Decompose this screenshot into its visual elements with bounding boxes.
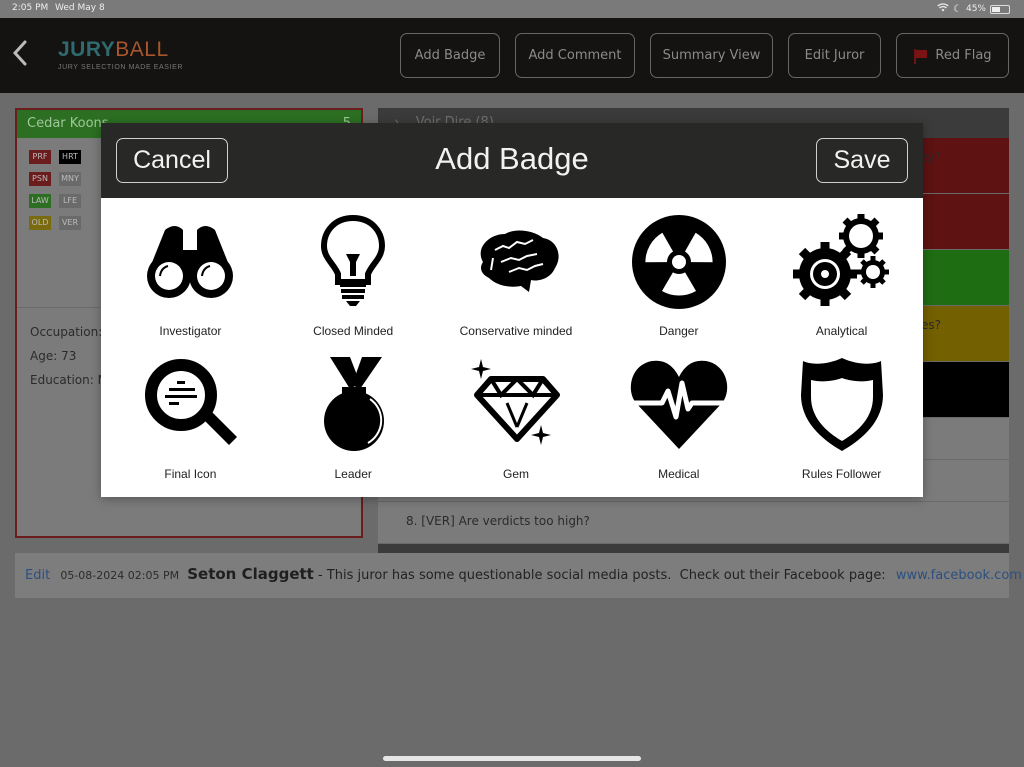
badge-rules-follower[interactable]: Rules Follower [760, 355, 923, 498]
badge-leader[interactable]: Leader [272, 355, 435, 498]
tag-chip: LFE [59, 194, 81, 208]
badge-label: Closed Minded [313, 324, 394, 338]
badge-final-icon[interactable]: Final Icon [109, 355, 272, 498]
app-header: JURYBALL JURY SELECTION MADE EASIER Add … [0, 18, 1024, 93]
diamond-icon [470, 359, 560, 445]
brain-icon [480, 230, 559, 292]
add-badge-modal: Cancel Add Badge Save Investigator Close… [101, 123, 923, 497]
badge-label: Final Icon [164, 467, 217, 481]
lightbulb-icon [321, 214, 386, 306]
juror-name: Cedar Koons [27, 116, 109, 131]
tag-chip: VER [59, 216, 81, 230]
add-comment-label: Add Comment [528, 48, 622, 63]
badge-label: Conservative minded [459, 324, 573, 338]
badge-investigator[interactable]: Investigator [109, 212, 272, 355]
edit-juror-label: Edit Juror [804, 48, 865, 63]
edit-juror-button[interactable]: Edit Juror [788, 33, 881, 78]
red-flag-label: Red Flag [935, 48, 992, 63]
add-badge-label: Add Badge [414, 48, 486, 63]
magnifier-icon [145, 359, 238, 445]
flag-icon [913, 48, 928, 64]
badge-grid: Investigator Closed Minded Conservative … [101, 198, 923, 498]
badge-conservative-minded[interactable]: Conservative minded [435, 212, 598, 355]
juror-info: Occupation: I Age: 73 Education: M [30, 320, 110, 392]
comment-timestamp: 05-08-2024 02:05 PM [60, 569, 180, 582]
summary-view-label: Summary View [662, 48, 761, 63]
add-comment-button[interactable]: Add Comment [515, 33, 635, 78]
badge-label: Leader [334, 467, 372, 481]
back-button[interactable] [12, 40, 34, 70]
home-indicator[interactable] [383, 756, 641, 761]
juror-age: Age: 73 [30, 349, 77, 363]
badge-analytical[interactable]: Analytical [760, 212, 923, 355]
status-time: 2:05 PM [12, 3, 49, 13]
status-date: Wed May 8 [55, 3, 105, 13]
badge-label: Rules Follower [801, 467, 882, 481]
badge-danger[interactable]: Danger [597, 212, 760, 355]
save-label: Save [833, 146, 891, 174]
juror-occupation: Occupation: I [30, 325, 110, 339]
edit-comment-link[interactable]: Edit [25, 568, 50, 583]
juror-education: Education: M [30, 373, 108, 387]
medal-icon [324, 357, 385, 451]
save-button[interactable]: Save [816, 138, 908, 183]
logo-tagline: JURY SELECTION MADE EASIER [58, 64, 184, 71]
comment-row: Edit 05-08-2024 02:05 PM Seton Claggett … [15, 553, 1022, 598]
badge-gem[interactable]: Gem [435, 355, 598, 498]
chevron-left-icon [12, 40, 27, 66]
wifi-icon [937, 3, 949, 15]
battery-percent: 45% [965, 4, 986, 14]
tag-chip: LAW [29, 194, 51, 208]
comment-link[interactable]: www.facebook.com [896, 568, 1022, 583]
gears-icon [792, 214, 889, 306]
comment-author: Seton Claggett [187, 565, 314, 583]
radiation-icon [631, 215, 726, 309]
badge-label: Danger [659, 324, 699, 338]
battery-icon [990, 4, 1010, 14]
badge-label: Medical [658, 467, 700, 481]
comment-text: - This juror has some questionable socia… [313, 568, 890, 583]
logo-ball: BALL [115, 38, 169, 61]
badge-label: Investigator [159, 324, 222, 338]
tag-chip: HRT [59, 150, 81, 164]
red-flag-button[interactable]: Red Flag [896, 33, 1009, 78]
binoculars-icon [147, 226, 234, 298]
add-badge-button[interactable]: Add Badge [400, 33, 500, 78]
heart-pulse-icon [627, 360, 730, 449]
badge-label: Gem [502, 467, 529, 481]
question-row[interactable]: 8. [VER] Are verdicts too high? [378, 502, 1009, 544]
tag-chip: PSN [29, 172, 51, 186]
question-text: es? [920, 318, 941, 332]
modal-header: Cancel Add Badge Save [101, 123, 923, 198]
logo-jury: JURY [58, 38, 116, 61]
shield-icon [800, 358, 883, 451]
badge-closed-minded[interactable]: Closed Minded [272, 212, 435, 355]
badge-label: Analytical [815, 324, 868, 338]
app-logo: JURYBALL JURY SELECTION MADE EASIER [58, 38, 183, 71]
modal-title: Add Badge [435, 141, 589, 176]
tag-chip: MNY [59, 172, 81, 186]
tag-chip: PRF [29, 150, 51, 164]
moon-icon: ☾ [953, 3, 962, 15]
tag-chip: OLD [29, 216, 51, 230]
question-text: 8. [VER] Are verdicts too high? [406, 514, 590, 528]
badge-medical[interactable]: Medical [597, 355, 760, 498]
summary-view-button[interactable]: Summary View [650, 33, 773, 78]
status-bar: 2:05 PM Wed May 8 ☾ 45% [0, 0, 1024, 18]
